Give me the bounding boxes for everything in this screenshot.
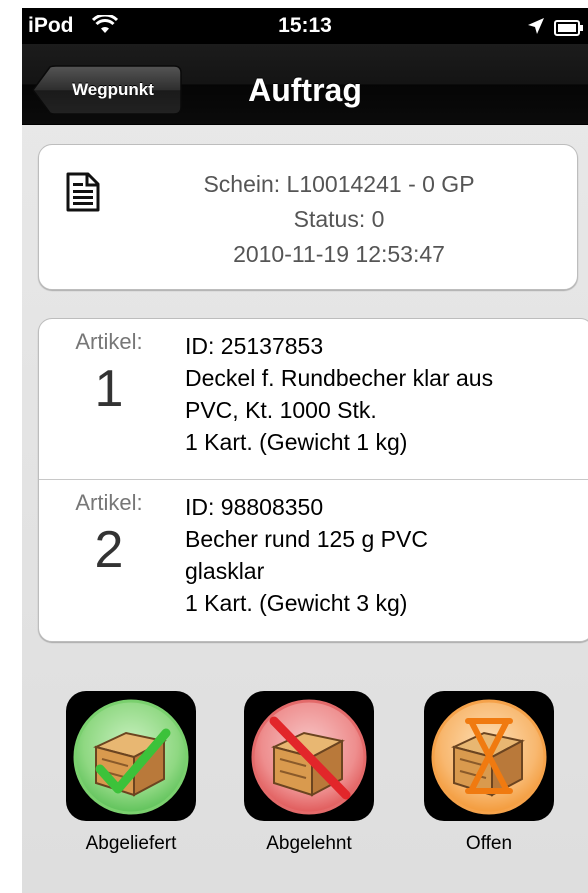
article-number: 2 (94, 521, 124, 579)
article-description: glasklar (185, 558, 265, 584)
status-time: 15:13 (278, 14, 332, 37)
location-arrow-icon (526, 16, 546, 42)
article-description: Becher rund 125 g PVC (185, 526, 428, 552)
article-quantity: 1 Kart. (Gewicht 1 kg) (185, 429, 408, 455)
article-description: Deckel f. Rundbecher klar aus (185, 365, 494, 391)
article-quantity: 1 Kart. (Gewicht 3 kg) (185, 590, 408, 616)
article-row[interactable]: Artikel: 2 ID: 98808350 Becher rund 125 … (39, 480, 588, 640)
order-schein: Schein: L10014241 - 0 GP (203, 171, 475, 197)
article-row[interactable]: Artikel: 1 ID: 25137853 Deckel f. Rundbe… (39, 319, 588, 480)
order-timestamp: 2010-11-19 12:53:47 (233, 241, 445, 267)
open-button[interactable]: Offen (420, 691, 558, 876)
rejected-button[interactable]: Abgelehnt (240, 691, 378, 876)
delivered-label: Abgeliefert (85, 833, 177, 854)
article-label: Artikel: (75, 329, 143, 354)
rejected-label: Abgelehnt (266, 833, 352, 854)
navigation-bar: Wegpunkt Auftrag (22, 44, 588, 125)
delivered-button[interactable]: Abgeliefert (62, 691, 200, 876)
box-checkmark-icon[interactable] (66, 691, 196, 821)
open-label: Offen (465, 833, 513, 854)
document-icon (65, 171, 101, 218)
order-header-card: Schein: L10014241 - 0 GP Status: 0 2010-… (38, 144, 578, 290)
box-rejected-icon[interactable] (244, 691, 374, 821)
article-id: ID: 25137853 (185, 333, 324, 359)
page-title: Auftrag (248, 72, 362, 108)
article-label: Artikel: (75, 490, 143, 515)
status-bar: iPod 15:13 (22, 8, 588, 44)
battery-icon (554, 18, 584, 42)
article-description: PVC, Kt. 1000 Stk. (185, 397, 377, 423)
article-number: 1 (94, 360, 124, 418)
article-list: Artikel: 1 ID: 25137853 Deckel f. Rundbe… (38, 318, 588, 642)
order-status: Status: 0 (293, 206, 385, 232)
app-screen: iPod 15:13 Wegpunkt Auftrag Schein: L100… (22, 8, 588, 893)
article-id: ID: 98808350 (185, 494, 324, 520)
box-hourglass-icon[interactable] (424, 691, 554, 821)
